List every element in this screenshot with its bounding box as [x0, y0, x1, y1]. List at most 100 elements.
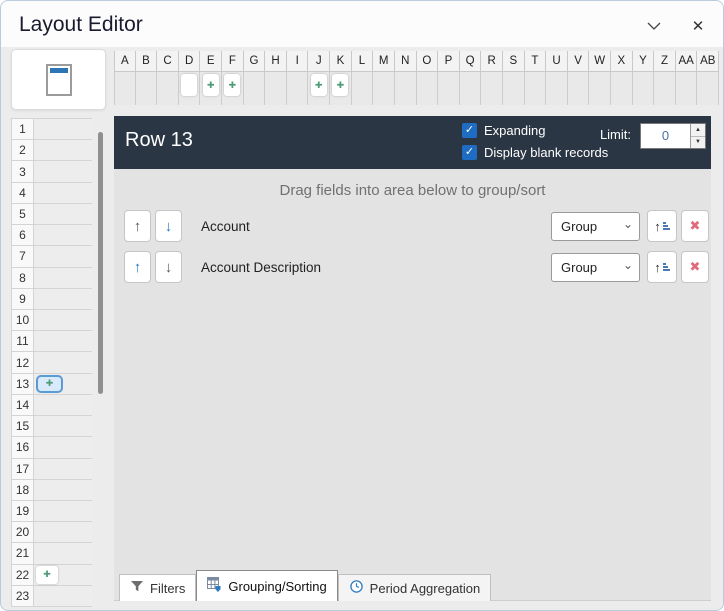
- row-number-22[interactable]: 22: [12, 564, 34, 585]
- column-letter-y[interactable]: Y: [632, 51, 655, 72]
- column-letter-b[interactable]: B: [135, 51, 158, 72]
- row-cell-10[interactable]: [34, 310, 92, 330]
- column-letter-x[interactable]: X: [611, 51, 633, 72]
- column-letter-f[interactable]: F: [222, 51, 244, 72]
- column-letter-t[interactable]: T: [524, 51, 547, 72]
- row-number-4[interactable]: 4: [12, 182, 34, 203]
- column-letter-k[interactable]: K: [330, 51, 352, 72]
- column-letter-aa[interactable]: AA: [675, 51, 698, 72]
- column-letter-h[interactable]: H: [265, 51, 287, 72]
- column-letter-a[interactable]: A: [114, 51, 136, 72]
- group-mode-select-account-description[interactable]: Group ⌄: [551, 252, 640, 282]
- row-number-16[interactable]: 16: [12, 437, 34, 458]
- row-cell-17[interactable]: [34, 459, 92, 479]
- row-cell-5[interactable]: [34, 204, 92, 224]
- row-number-12[interactable]: 12: [12, 352, 34, 373]
- row-cell-22[interactable]: ✚: [34, 565, 92, 585]
- row-number-15[interactable]: 15: [12, 416, 34, 437]
- row-number-9[interactable]: 9: [12, 288, 34, 309]
- row-number-17[interactable]: 17: [12, 458, 34, 479]
- row-cell-12[interactable]: [34, 352, 92, 372]
- expanding-checkbox[interactable]: ✓: [462, 123, 477, 138]
- row-number-23[interactable]: 23: [12, 585, 34, 607]
- row-cell-15[interactable]: [34, 416, 92, 436]
- row-number-1[interactable]: 1: [12, 119, 34, 140]
- limit-spin-up-button[interactable]: ▲: [691, 124, 705, 137]
- column-letter-s[interactable]: S: [502, 51, 525, 72]
- limit-value-input[interactable]: 0: [641, 124, 690, 148]
- row-number-19[interactable]: 19: [12, 500, 34, 522]
- limit-spin-down-button[interactable]: ▼: [691, 136, 705, 148]
- row-cell-2[interactable]: [34, 140, 92, 160]
- selected-row-field-cell[interactable]: ✚: [36, 374, 63, 393]
- vertical-scrollbar[interactable]: [98, 132, 103, 394]
- column-letter-g[interactable]: G: [243, 51, 266, 72]
- row-cell-4[interactable]: [34, 183, 92, 203]
- sort-order-button-account[interactable]: ↑: [647, 210, 677, 242]
- limit-spinner[interactable]: 0 ▲ ▼: [640, 123, 706, 149]
- column-letter-r[interactable]: R: [481, 51, 503, 72]
- row-cell-14[interactable]: [34, 395, 92, 415]
- row-cell-8[interactable]: [34, 268, 92, 288]
- collapse-chevron-button[interactable]: [637, 15, 671, 37]
- column-letter-q[interactable]: Q: [459, 51, 482, 72]
- column-field-cell-j[interactable]: ✚: [310, 74, 327, 96]
- remove-field-button-account-description[interactable]: ✖: [681, 251, 709, 283]
- column-letter-c[interactable]: C: [157, 51, 179, 72]
- tab-grouping-sorting[interactable]: Grouping/Sorting: [196, 570, 338, 601]
- row-number-20[interactable]: 20: [12, 522, 34, 543]
- column-letter-n[interactable]: N: [394, 51, 417, 72]
- row-number-10[interactable]: 10: [12, 309, 34, 331]
- row-number-7[interactable]: 7: [12, 246, 34, 267]
- row-cell-11[interactable]: [34, 331, 92, 351]
- column-letter-z[interactable]: Z: [654, 51, 676, 72]
- move-down-button-account-description[interactable]: ↓: [155, 251, 182, 283]
- row-cell-16[interactable]: [34, 437, 92, 457]
- column-letter-d[interactable]: D: [178, 51, 201, 72]
- row-cell-1[interactable]: [34, 119, 92, 139]
- row-cell-6[interactable]: [34, 225, 92, 245]
- column-letter-u[interactable]: U: [546, 51, 568, 72]
- column-letter-m[interactable]: M: [373, 51, 395, 72]
- move-up-button-account[interactable]: ↑: [124, 210, 151, 242]
- row-number-3[interactable]: 3: [12, 161, 34, 182]
- row-cell-23[interactable]: [34, 586, 92, 606]
- column-letter-o[interactable]: O: [416, 51, 439, 72]
- tab-period-aggregation[interactable]: Period Aggregation: [337, 574, 492, 601]
- row-number-8[interactable]: 8: [12, 267, 34, 288]
- row-number-11[interactable]: 11: [12, 331, 34, 352]
- column-field-cell-f[interactable]: ✚: [224, 74, 241, 96]
- row-number-18[interactable]: 18: [12, 479, 34, 500]
- close-button[interactable]: ✕: [681, 15, 715, 37]
- column-field-cell-d[interactable]: [181, 74, 198, 96]
- column-letter-i[interactable]: I: [286, 51, 309, 72]
- row-cell-3[interactable]: [34, 161, 92, 181]
- move-up-button-account-description[interactable]: ↑: [124, 251, 151, 283]
- row-number-5[interactable]: 5: [12, 203, 34, 225]
- row-cell-9[interactable]: [34, 289, 92, 309]
- sort-order-button-account-description[interactable]: ↑: [647, 251, 677, 283]
- row-cell-19[interactable]: [34, 501, 92, 521]
- row-number-2[interactable]: 2: [12, 140, 34, 161]
- column-letter-e[interactable]: E: [200, 51, 223, 72]
- row-number-6[interactable]: 6: [12, 225, 34, 246]
- column-letter-p[interactable]: P: [438, 51, 460, 72]
- remove-field-button-account[interactable]: ✖: [681, 210, 709, 242]
- move-down-button-account[interactable]: ↓: [155, 210, 182, 242]
- group-mode-select-account[interactable]: Group ⌄: [551, 211, 640, 241]
- row-field-cell[interactable]: ✚: [36, 565, 58, 584]
- row-number-21[interactable]: 21: [12, 543, 34, 564]
- row-cell-20[interactable]: [34, 522, 92, 542]
- column-letter-ab[interactable]: AB: [697, 51, 720, 72]
- row-cell-21[interactable]: [34, 543, 92, 563]
- column-letter-v[interactable]: V: [567, 51, 590, 72]
- row-number-14[interactable]: 14: [12, 394, 34, 416]
- display-blank-records-checkbox[interactable]: ✓: [462, 145, 477, 160]
- column-letter-j[interactable]: J: [308, 51, 331, 72]
- row-cell-7[interactable]: [34, 246, 92, 266]
- tab-filters[interactable]: Filters: [119, 574, 197, 601]
- layout-preview-box[interactable]: [11, 49, 106, 110]
- row-cell-18[interactable]: [34, 480, 92, 500]
- column-field-cell-k[interactable]: ✚: [332, 74, 349, 96]
- column-field-cell-e[interactable]: ✚: [202, 74, 219, 96]
